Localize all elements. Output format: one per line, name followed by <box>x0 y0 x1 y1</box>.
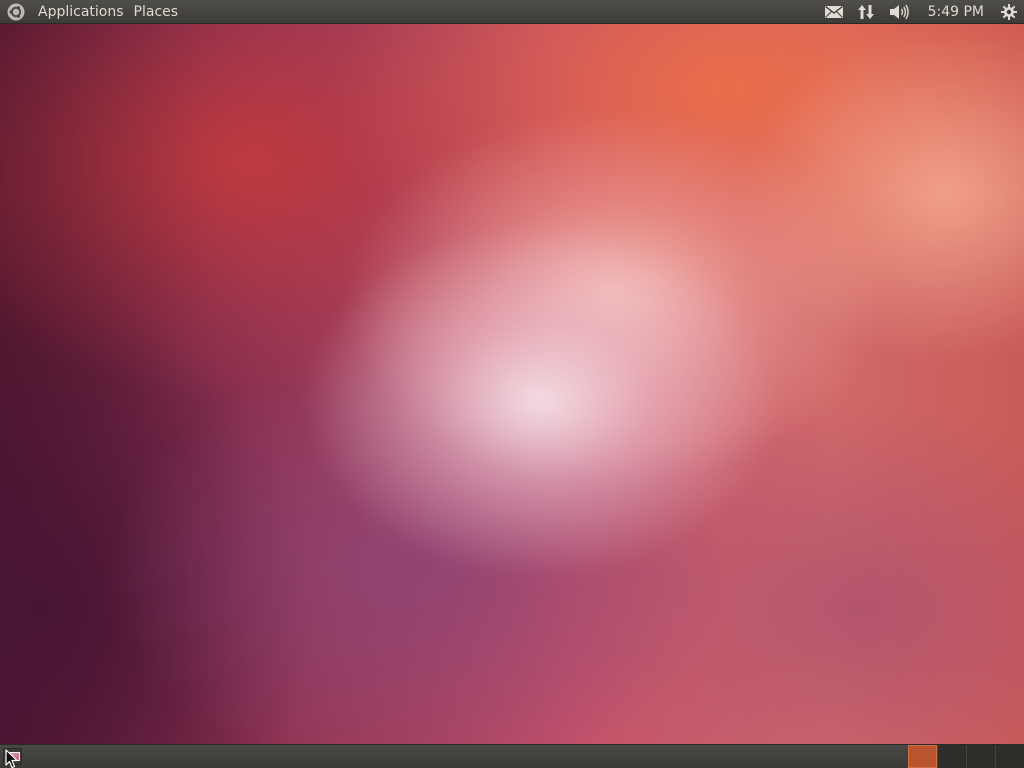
speaker-icon <box>889 4 909 19</box>
bottom-panel <box>0 744 1024 768</box>
mouse-pointer-icon <box>5 749 18 768</box>
workspace-1[interactable] <box>908 745 937 768</box>
messaging-indicator[interactable] <box>818 0 850 24</box>
applications-menu[interactable]: Applications <box>33 0 129 24</box>
top-panel: Applications Places 5:49 PM <box>0 0 1024 24</box>
desktop-wallpaper[interactable] <box>0 0 1024 768</box>
desktop-screen: Applications Places 5:49 PM <box>0 0 1024 768</box>
network-arrows-icon <box>857 4 874 19</box>
power-gear-icon <box>1001 3 1017 20</box>
workspace-3[interactable] <box>966 745 995 768</box>
session-indicator[interactable] <box>994 0 1024 24</box>
ubuntu-logo-icon[interactable] <box>7 3 25 21</box>
workspace-2[interactable] <box>937 745 966 768</box>
workspace-switcher <box>908 745 1024 768</box>
places-menu[interactable]: Places <box>129 0 184 24</box>
sound-indicator[interactable] <box>882 0 916 24</box>
clock[interactable]: 5:49 PM <box>916 0 994 24</box>
network-indicator[interactable] <box>850 0 882 24</box>
workspace-4[interactable] <box>995 745 1024 768</box>
envelope-icon <box>824 5 843 18</box>
